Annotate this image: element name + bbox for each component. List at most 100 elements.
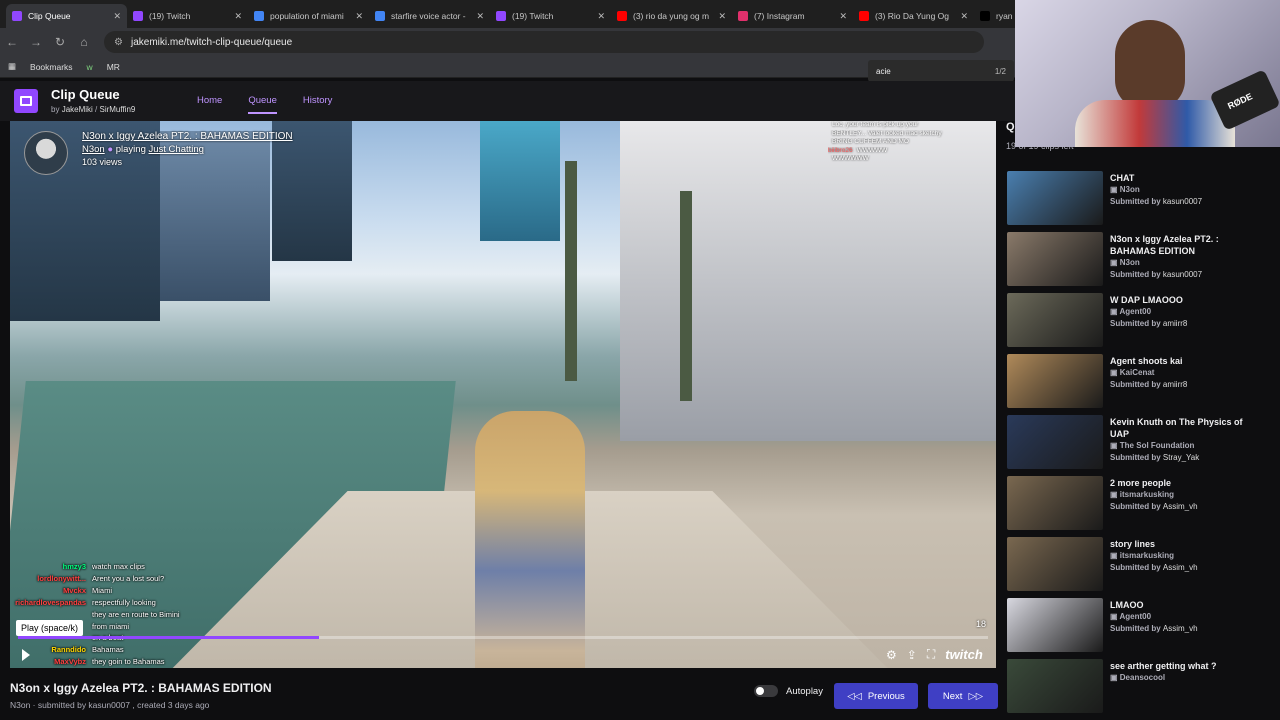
autoplay-label: Autoplay [786, 685, 823, 697]
queue-item[interactable]: Agent shoots kai ▣ KaiCenat Submitted by a… [1007, 354, 1267, 412]
close-icon[interactable]: ✕ [234, 11, 242, 22]
url-bar[interactable]: ⚙ jakemiki.me/twitch-clip-queue/queue [104, 31, 984, 53]
browser-tab[interactable]: (19) Twitch ✕ [490, 4, 611, 28]
clip-thumbnail[interactable] [1007, 476, 1103, 530]
share-icon[interactable]: ⇪ [907, 648, 917, 662]
queue-item-submitter: Submitted by Assim_vh [1110, 502, 1198, 511]
clip-meta: N3on · submitted by kasun0007 , created … [10, 700, 210, 710]
close-icon[interactable]: ✕ [718, 11, 726, 22]
close-icon[interactable]: ✕ [113, 11, 121, 22]
browser-tab[interactable]: (19) Twitch ✕ [127, 4, 248, 28]
tab-favicon-icon [254, 11, 264, 21]
clip-thumbnail[interactable] [1007, 232, 1103, 286]
tab-label: (3) Rio Da Yung Og [875, 11, 950, 21]
browser-tab[interactable]: (7) Instagram ✕ [732, 4, 853, 28]
app-logo-icon[interactable] [14, 89, 38, 113]
queue-item[interactable]: 2 more people ▣ itsmarkusking Submitted by… [1007, 476, 1267, 534]
find-query[interactable]: acie [876, 67, 891, 76]
nav-queue[interactable]: Queue [248, 95, 277, 114]
tab-label: (19) Twitch [149, 11, 191, 21]
autoplay-toggle[interactable]: Autoplay [754, 685, 823, 697]
close-icon[interactable]: ✕ [597, 11, 605, 22]
close-icon[interactable]: ✕ [960, 11, 968, 22]
chat-message: Ranndido Bahamas [10, 644, 270, 656]
author-link[interactable]: JakeMiki [62, 105, 93, 114]
browser-tab[interactable]: (3) Rio Da Yung Og ✕ [853, 4, 974, 28]
queue-item-title: W DAP LMAOOO [1110, 295, 1183, 305]
chat-text: WWWWW [856, 146, 888, 154]
close-icon[interactable]: ✕ [476, 11, 484, 22]
close-icon[interactable]: ✕ [839, 11, 847, 22]
browser-tab[interactable]: Clip Queue ✕ [6, 4, 127, 28]
overlay-channel[interactable]: N3on [82, 144, 105, 155]
overlay-title[interactable]: N3on x Iggy Azelea PT2. : BAHAMAS EDITIO… [82, 131, 293, 142]
apps-icon[interactable]: ▦ [8, 61, 16, 72]
channel-icon: ▣ [1110, 368, 1120, 377]
site-info-icon[interactable]: ⚙ [114, 37, 123, 48]
streamer-avatar[interactable] [24, 131, 68, 175]
author-link[interactable]: SirMuffin9 [99, 105, 135, 114]
clip-thumbnail[interactable] [1007, 598, 1103, 652]
clip-thumbnail[interactable] [1007, 659, 1103, 713]
tab-favicon-icon [859, 11, 869, 21]
queue-item[interactable]: see arther getting what ? ▣ Deansocool [1007, 659, 1267, 717]
overlay-playing: playing [115, 144, 146, 155]
previous-button[interactable]: ◁◁ Previous [834, 683, 918, 709]
queue-item[interactable]: story lines ▣ itsmarkusking Submitted by A… [1007, 537, 1267, 595]
app-title: Clip Queue [51, 87, 120, 102]
clip-thumbnail[interactable] [1007, 293, 1103, 347]
channel-icon: ▣ [1110, 185, 1120, 194]
tab-label: (19) Twitch [512, 11, 554, 21]
clip-thumbnail[interactable] [1007, 537, 1103, 591]
chat-message: hmzy3 watch max clips [10, 561, 270, 573]
seek-bar-fill [18, 636, 319, 639]
tab-label: (7) Instagram [754, 11, 805, 21]
bookmark-item[interactable]: w [87, 62, 93, 72]
back-icon[interactable]: ← [0, 35, 24, 49]
queue-item[interactable]: W DAP LMAOOO ▣ Agent00 Submitted by amiirr… [1007, 293, 1267, 351]
twitch-logo[interactable]: twitch [945, 647, 983, 662]
chat-message: Mvckx Miami [10, 585, 270, 597]
bookmark-item[interactable]: MR [107, 62, 120, 72]
chat-text: they goin to Bahamas [92, 657, 165, 667]
queue-item-submitter: Submitted by Assim_vh [1110, 624, 1198, 633]
chat-text: from miami [92, 621, 130, 631]
browser-tab[interactable]: starfire voice actor - ✕ [369, 4, 490, 28]
chat-overlay-top: Loc, your team is pick up your BENTLEY...… [828, 121, 996, 172]
queue-item[interactable]: CHAT ▣ N3on Submitted by kasun0007 [1007, 171, 1267, 229]
chat-message: BRING CUFFEM AND MO [828, 138, 996, 147]
video-player[interactable]: N3on x Iggy Azelea PT2. : BAHAMAS EDITIO… [10, 121, 996, 668]
tab-favicon-icon [12, 11, 22, 21]
browser-tab[interactable]: population of miami ✕ [248, 4, 369, 28]
clip-thumbnail[interactable] [1007, 354, 1103, 408]
reload-icon[interactable]: ↻ [48, 35, 72, 49]
url-text: jakemiki.me/twitch-clip-queue/queue [130, 36, 293, 48]
close-icon[interactable]: ✕ [355, 11, 363, 22]
seek-bar[interactable] [18, 636, 988, 639]
nav-history[interactable]: History [303, 95, 333, 114]
fullscreen-icon[interactable]: ⛶ [927, 647, 935, 662]
autoplay-switch[interactable] [754, 685, 778, 697]
overlay-game[interactable]: Just Chatting [149, 144, 204, 155]
play-icon[interactable] [22, 649, 30, 661]
queue-item[interactable]: N3on x Iggy Azelea PT2. : BAHAMAS EDITIO… [1007, 232, 1267, 290]
next-button[interactable]: Next ▷▷ [928, 683, 998, 709]
home-icon[interactable]: ⌂ [72, 35, 96, 49]
nav-home[interactable]: Home [197, 95, 222, 114]
chat-message: biiibro26 WWWWW [828, 147, 996, 156]
webcam-shirt [1075, 100, 1235, 147]
clip-thumbnail[interactable] [1007, 171, 1103, 225]
queue-item[interactable]: LMAOO ▣ Agent00 Submitted by Assim_vh [1007, 598, 1267, 656]
chat-text: BENTLEY... Valet looked mad sketchy [832, 129, 942, 137]
find-bar[interactable]: acie 1/2 [868, 60, 1014, 82]
scene-palm [565, 161, 577, 381]
webcam-overlay: RØDE [1015, 0, 1280, 147]
clip-thumbnail[interactable] [1007, 415, 1103, 469]
chat-text: Arent you a lost soul? [92, 573, 165, 583]
queue-item[interactable]: Kevin Knuth on The Physics of UAP ▣ The S… [1007, 415, 1267, 473]
bookmark-item[interactable]: Bookmarks [30, 62, 73, 72]
settings-icon[interactable]: ⚙ [886, 648, 897, 662]
chat-message: WWWWWW [828, 155, 996, 164]
browser-tab[interactable]: (3) rio da yung og m ✕ [611, 4, 732, 28]
forward-icon[interactable]: → [24, 35, 48, 49]
